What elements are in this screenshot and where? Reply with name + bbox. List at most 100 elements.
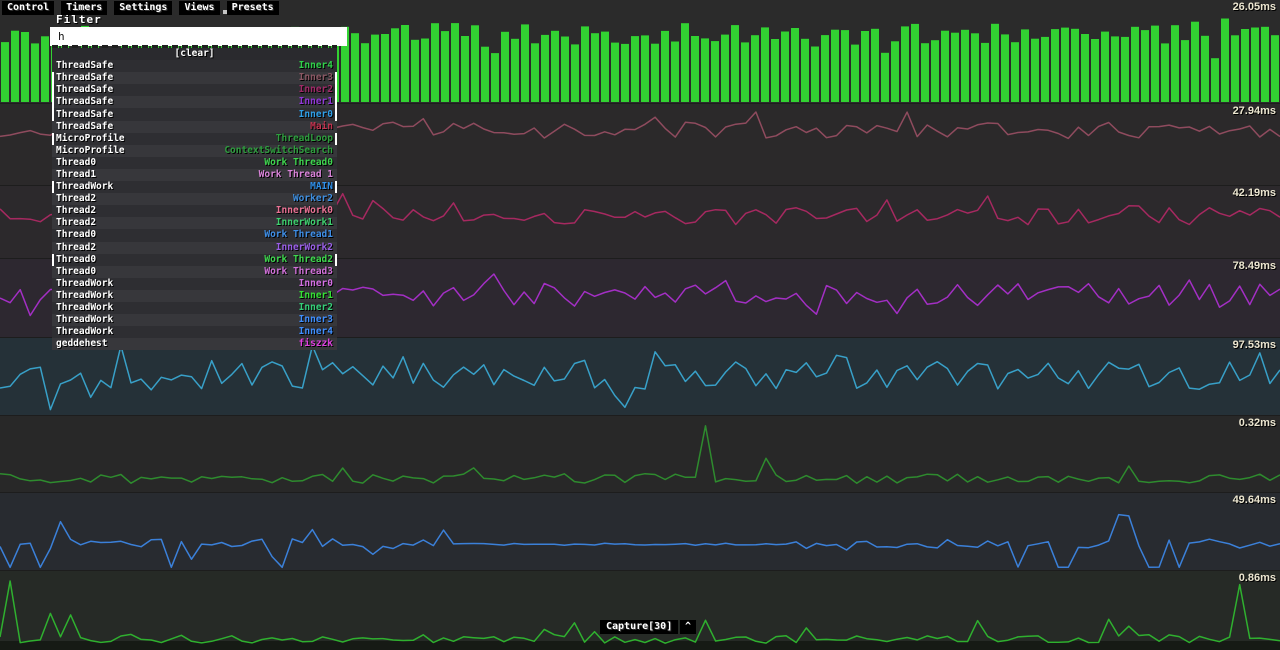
row-timer-label: Work Thread0 xyxy=(264,157,333,169)
row-group-label: Thread0 xyxy=(56,157,96,169)
graph-max-label-line-rose: 27.94ms xyxy=(1233,105,1276,117)
filter-row-threadwork-inner4[interactable]: ThreadWork Inner4 xyxy=(52,326,337,338)
row-group-label: ThreadSafe xyxy=(56,96,113,108)
filter-row-threadwork-inner0[interactable]: ThreadWorkInner0 xyxy=(52,278,337,290)
row-timer-label: Inner4 xyxy=(299,326,333,338)
row-group-label: Thread2 xyxy=(56,242,96,254)
row-timer-label: fiszzk xyxy=(299,338,333,350)
selection-marker xyxy=(335,254,337,266)
filter-row-threadsafe-inner1[interactable]: ThreadSafe Inner1 xyxy=(52,96,337,108)
selection-marker xyxy=(335,181,337,193)
selection-marker xyxy=(52,181,54,193)
selection-marker xyxy=(52,108,54,120)
row-group-label: ThreadSafe xyxy=(56,121,113,133)
row-timer-label: ThreadLoop xyxy=(276,133,333,145)
row-timer-label: Inner2 xyxy=(299,84,333,96)
filter-row-thread0-workthread3[interactable]: Thread0 Work Thread3 xyxy=(52,266,337,278)
menu-item-settings[interactable]: Settings xyxy=(114,1,172,15)
graph-max-label-line-crimson: 42.19ms xyxy=(1233,187,1276,199)
row-group-label: Thread0 xyxy=(56,266,96,278)
row-timer-label: Inner4 xyxy=(299,60,333,72)
filter-row-geddehest-fiszzk[interactable]: geddehest fiszzk xyxy=(52,338,337,350)
selection-marker xyxy=(52,84,54,96)
clear-label: [clear] xyxy=(174,48,214,60)
row-group-label: ThreadSafe xyxy=(56,84,113,96)
row-group-label: Thread2 xyxy=(56,193,96,205)
row-group-label: Thread2 xyxy=(56,205,96,217)
graph-canvas-line-blue[interactable] xyxy=(0,493,1280,571)
row-timer-label: ContextSwitchSearch xyxy=(224,145,333,157)
row-timer-label: InnerWork2 xyxy=(276,242,333,254)
filter-row-threadsafe-main[interactable]: ThreadSafe Main xyxy=(52,121,337,133)
graph-section-line-dgreen: 0.32ms xyxy=(0,415,1280,492)
filter-row-threadwork-inner1[interactable]: ThreadWorkInner1 xyxy=(52,290,337,302)
graph-max-label-line-magenta: 78.49ms xyxy=(1233,260,1276,272)
selection-marker xyxy=(335,96,337,108)
row-timer-label: InnerWork1 xyxy=(276,217,333,229)
row-timer-label: Inner0 xyxy=(299,109,333,121)
selection-marker xyxy=(52,133,54,145)
row-timer-label: Inner1 xyxy=(299,96,333,108)
row-timer-label: Worker2 xyxy=(293,193,333,205)
row-group-label: MicroProfile xyxy=(56,145,125,157)
graph-max-label-line-green: 0.86ms xyxy=(1239,572,1276,584)
selection-marker xyxy=(52,72,54,84)
filter-clear-row[interactable]: [clear] xyxy=(52,48,337,60)
filter-row-thread1-workthread1[interactable]: Thread1Work Thread 1 xyxy=(52,169,337,181)
row-group-label: ThreadSafe xyxy=(56,72,113,84)
row-timer-label: Main xyxy=(310,121,333,133)
graph-max-label-line-dgreen: 0.32ms xyxy=(1239,417,1276,429)
row-timer-label: Work Thread1 xyxy=(264,229,333,241)
filter-row-threadsafe-inner4[interactable]: ThreadSafe Inner4 xyxy=(52,60,337,72)
filter-row-thread2-innerwork0[interactable]: Thread2 InnerWork0 xyxy=(52,205,337,217)
graph-canvas-line-dgreen[interactable] xyxy=(0,416,1280,493)
selection-marker xyxy=(335,72,337,84)
filter-row-thread0-workthread1[interactable]: Thread0 Work Thread1 xyxy=(52,229,337,241)
graph-canvas-line-green[interactable] xyxy=(0,571,1280,650)
filter-row-thread2-innerwork2[interactable]: Thread2 InnerWork2 xyxy=(52,242,337,254)
row-timer-label: Inner2 xyxy=(299,302,333,314)
filter-row-microprofile-contextswitchsearch[interactable]: MicroProfile ContextSwitchSearch xyxy=(52,145,337,157)
selection-marker xyxy=(335,84,337,96)
menu-item-views[interactable]: Views xyxy=(179,1,219,15)
filter-dropdown: [clear]ThreadSafeInner4ThreadSafeInner3T… xyxy=(52,48,337,350)
row-group-label: ThreadWork xyxy=(56,181,113,193)
row-timer-label: Work Thread3 xyxy=(264,266,333,278)
row-timer-label: Inner3 xyxy=(299,72,333,84)
selection-marker xyxy=(335,108,337,120)
row-group-label: ThreadSafe xyxy=(56,60,113,72)
row-group-label: MicroProfile xyxy=(56,133,125,145)
row-timer-label: InnerWork0 xyxy=(276,205,333,217)
filter-row-threadwork-main[interactable]: ThreadWorkMAIN xyxy=(52,181,337,193)
capture-button[interactable]: Capture[30] xyxy=(600,620,678,634)
filter-row-threadwork-inner2[interactable]: ThreadWork Inner2 xyxy=(52,302,337,314)
graph-section-line-blue: 49.64ms xyxy=(0,492,1280,570)
selection-marker xyxy=(52,254,54,266)
filter-row-thread0-workthread2[interactable]: Thread0Work Thread2 xyxy=(52,254,337,266)
filter-row-microprofile-threadloop[interactable]: MicroProfile ThreadLoop xyxy=(52,133,337,145)
row-group-label: ThreadWork xyxy=(56,314,113,326)
row-timer-label: Inner1 xyxy=(299,290,333,302)
menu-item-timers[interactable]: Timers xyxy=(61,1,107,15)
menu-item-control[interactable]: Control xyxy=(2,1,54,15)
row-group-label: ThreadWork xyxy=(56,302,113,314)
filter-input[interactable] xyxy=(50,27,347,46)
filter-row-threadwork-inner3[interactable]: ThreadWorkInner3 xyxy=(52,314,337,326)
menu-item-presets[interactable]: Presets xyxy=(227,1,279,15)
row-group-label: ThreadWork xyxy=(56,326,113,338)
graph-max-label-line-cyan: 97.53ms xyxy=(1233,339,1276,351)
row-group-label: Thread0 xyxy=(56,229,96,241)
graph-max-label-line-blue: 49.64ms xyxy=(1233,494,1276,506)
filter-row-threadsafe-inner0[interactable]: ThreadSafe Inner0 xyxy=(52,108,337,120)
row-group-label: Thread2 xyxy=(56,217,96,229)
capture-toggle-button[interactable]: ^ xyxy=(680,620,696,634)
row-group-label: geddehest xyxy=(56,338,107,350)
filter-row-threadsafe-inner3[interactable]: ThreadSafe Inner3 xyxy=(52,72,337,84)
filter-row-threadsafe-inner2[interactable]: ThreadSafe Inner2 xyxy=(52,84,337,96)
graph-section-line-green: 0.86ms xyxy=(0,570,1280,650)
row-group-label: ThreadSafe xyxy=(56,109,113,121)
filter-row-thread2-innerwork1[interactable]: Thread2 InnerWork1 xyxy=(52,217,337,229)
filter-row-thread2-worker2[interactable]: Thread2 Worker2 xyxy=(52,193,337,205)
filter-row-thread0-workthread0[interactable]: Thread0 Work Thread0 xyxy=(52,157,337,169)
selection-marker xyxy=(52,96,54,108)
